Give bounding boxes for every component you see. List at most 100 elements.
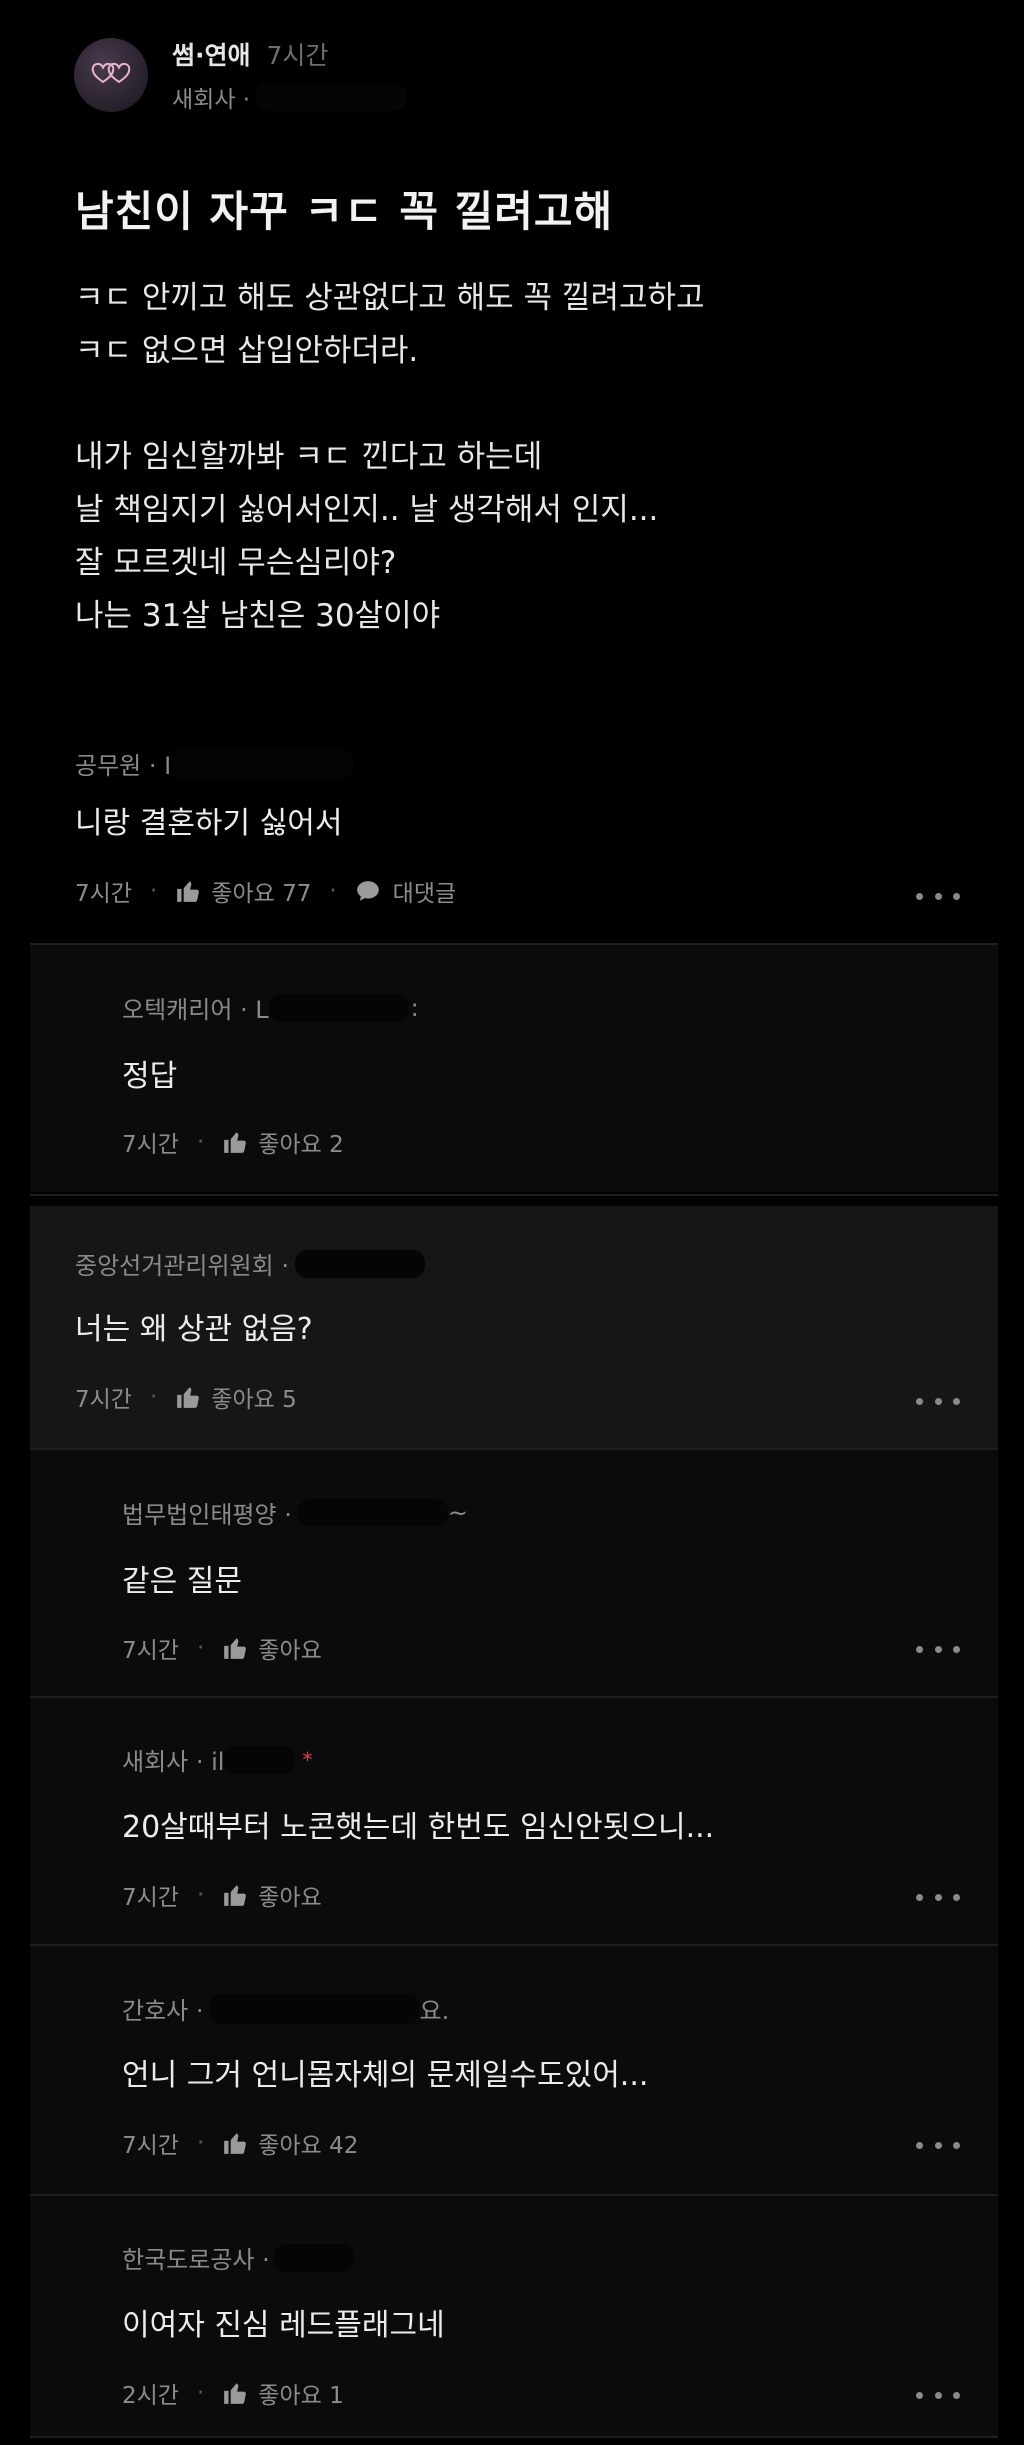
comment-time: 7시간 [122,2133,179,2159]
redaction-mark [297,1498,448,1527]
reply-comment: 간호사 · 요. 언니 그거 언니몸자체의 문제일수도있어... 7시간 · 좋… [30,1946,998,2194]
like-count: 좋아요 [258,1638,322,1664]
post-body-line: 날 책임지기 싫어서인지.. 날 생각해서 인지... [75,492,659,528]
more-options-icon[interactable] [916,2140,960,2150]
redaction-mark [173,748,354,779]
more-options-icon[interactable] [916,1892,960,1902]
redaction-mark [209,1993,420,2024]
like-button[interactable]: 좋아요 5 [175,1380,297,1414]
author-tail: 요. [419,1997,450,2025]
thumbs-up-icon [177,881,200,902]
reply-button[interactable]: 대댓글 [355,874,456,908]
comment-text: 같은 질문 [122,1564,242,1599]
comment-author-name: 중앙선거관리위원회 · [75,1252,289,1280]
more-options-icon[interactable] [916,2390,960,2400]
speech-bubble-icon [356,881,379,901]
thumbs-up-icon [224,2133,247,2154]
more-options-icon[interactable] [916,1644,960,1654]
comment-time: 7시간 [75,881,132,907]
reply-comment: 법무법인태평양 · ~ 같은 질문 7시간 · 좋아요 [30,1450,998,1696]
like-count: 좋아요 [258,1885,322,1911]
divider [30,1194,998,1196]
comment-text: 20살때부터 노콘햇는데 한번도 임신안됫으니... [122,1810,715,1845]
author-company: 새회사 · [172,87,251,113]
separator-dot: · [196,1882,205,1908]
comment-author: 공무원 · I [75,746,354,781]
thumbs-up-icon [224,1132,247,1153]
like-button[interactable]: 좋아요 [222,1631,322,1665]
comment-time: 7시간 [122,1132,179,1158]
like-count: 좋아요 1 [258,2383,344,2409]
comment-meta: 7시간 · 좋아요 [122,1631,322,1665]
comment-author-name: 오텍캐리어 · L [122,996,269,1024]
separator-dot: · [149,1384,158,1410]
reply-label: 대댓글 [392,881,457,907]
post-body: ㅋㄷ 안끼고 해도 상관없다고 해도 꼭 낄려고하고 ㅋㄷ 없으면 삽입안하더라… [75,272,955,643]
board-name[interactable]: 썸·연애 [172,36,251,72]
comment-author: 오텍캐리어 · L : [122,990,419,1025]
comment-text: 정답 [122,1059,178,1094]
hearts-icon [91,62,131,84]
like-count: 좋아요 5 [211,1387,297,1413]
like-button[interactable]: 좋아요 2 [222,1125,344,1159]
thumbs-up-icon [224,1885,247,1906]
avatar[interactable] [74,38,148,112]
like-button[interactable]: 좋아요 42 [222,2126,358,2160]
like-button[interactable]: 좋아요 1 [222,2376,344,2410]
thumbs-up-icon [224,1638,247,1659]
thumbs-up-icon [224,2383,247,2404]
comment-author-name: 한국도로공사 · [122,2246,270,2274]
reply-comment: 새회사 · il * 20살때부터 노콘햇는데 한번도 임신안됫으니... 7시… [30,1698,998,1944]
post-title: 남친이 자꾸 ㅋㄷ 꼭 낄려고해 [75,187,614,236]
comment-meta: 7시간 · 좋아요 [122,1878,322,1912]
comment-author: 법무법인태평양 · ~ [122,1495,468,1530]
comment-author: 중앙선거관리위원회 · [75,1246,425,1281]
author-tail: ~ [447,1498,468,1527]
comment: 공무원 · I 니랑 결혼하기 싫어서 7시간 · 좋아요 77 · 대댓글 [30,720,998,945]
post-header: 썸·연애 7시간 새회사 · [74,36,407,114]
comment-text: 니랑 결혼하기 싫어서 [75,806,343,841]
post-body-line: 나는 31살 남친은 30살이야 [75,598,441,634]
more-options-icon[interactable] [916,891,960,901]
post-body-line: 내가 임신할까봐 ㅋㄷ 낀다고 하는데 [75,439,543,475]
comment-author-name: 법무법인태평양 · [122,1501,292,1529]
comment-author: 간호사 · 요. [122,1991,449,2026]
divider [30,2436,998,2438]
comment-text: 너는 왜 상관 없음? [75,1312,313,1347]
separator-dot: · [329,878,337,904]
post-page: 썸·연애 7시간 새회사 · 남친이 자꾸 ㅋㄷ 꼭 낄려고해 ㅋㄷ 안끼고 해… [0,0,1024,2445]
redaction-mark [224,1745,295,1774]
separator-dot: · [196,1635,205,1661]
comment-meta: 7시간 · 좋아요 42 [122,2126,358,2160]
more-options-icon[interactable] [916,1396,960,1406]
like-button[interactable]: 좋아요 [222,1878,322,1912]
comment-text: 이여자 진심 레드플래그네 [122,2308,445,2343]
comment-author-name: 간호사 · [122,1997,204,2025]
comment-time: 2시간 [122,2383,179,2409]
comment-time: 7시간 [122,1885,179,1911]
comment-time: 7시간 [75,1387,132,1413]
comment-meta: 7시간 · 좋아요 5 [75,1380,297,1414]
redaction-mark [268,993,409,1022]
comment-author-name: 공무원 · I [75,752,172,780]
reply-comment: 한국도로공사 · 이여자 진심 레드플래그네 2시간 · 좋아요 1 [30,2196,998,2436]
post-body-line: 잘 모르겟네 무슨심리야? [75,545,397,581]
post-meta: 썸·연애 7시간 새회사 · [172,36,407,114]
post-body-line: ㅋㄷ 안끼고 해도 상관없다고 해도 꼭 낄려고하고 [75,280,705,316]
comment-author: 한국도로공사 · [122,2240,354,2275]
post-author: 새회사 · [172,80,407,114]
like-button[interactable]: 좋아요 77 [175,874,311,908]
like-count: 좋아요 77 [211,881,312,907]
reply-comment: 오텍캐리어 · L : 정답 7시간 · 좋아요 2 [30,945,998,1192]
redaction-mark [294,1249,425,1278]
comment-author: 새회사 · il * [122,1742,312,1777]
board-row: 썸·연애 7시간 [172,36,406,72]
separator-dot: · [196,2380,205,2406]
post-time: 7시간 [266,41,329,70]
separator-dot: · [196,2130,205,2156]
author-badge: * [302,1747,313,1772]
comment-meta: 7시간 · 좋아요 2 [122,1125,344,1159]
comment-meta: 7시간 · 좋아요 77 · 대댓글 [75,874,456,908]
comment-text: 언니 그거 언니몸자체의 문제일수도있어... [122,2058,649,2093]
comment-meta: 2시간 · 좋아요 1 [122,2376,344,2410]
